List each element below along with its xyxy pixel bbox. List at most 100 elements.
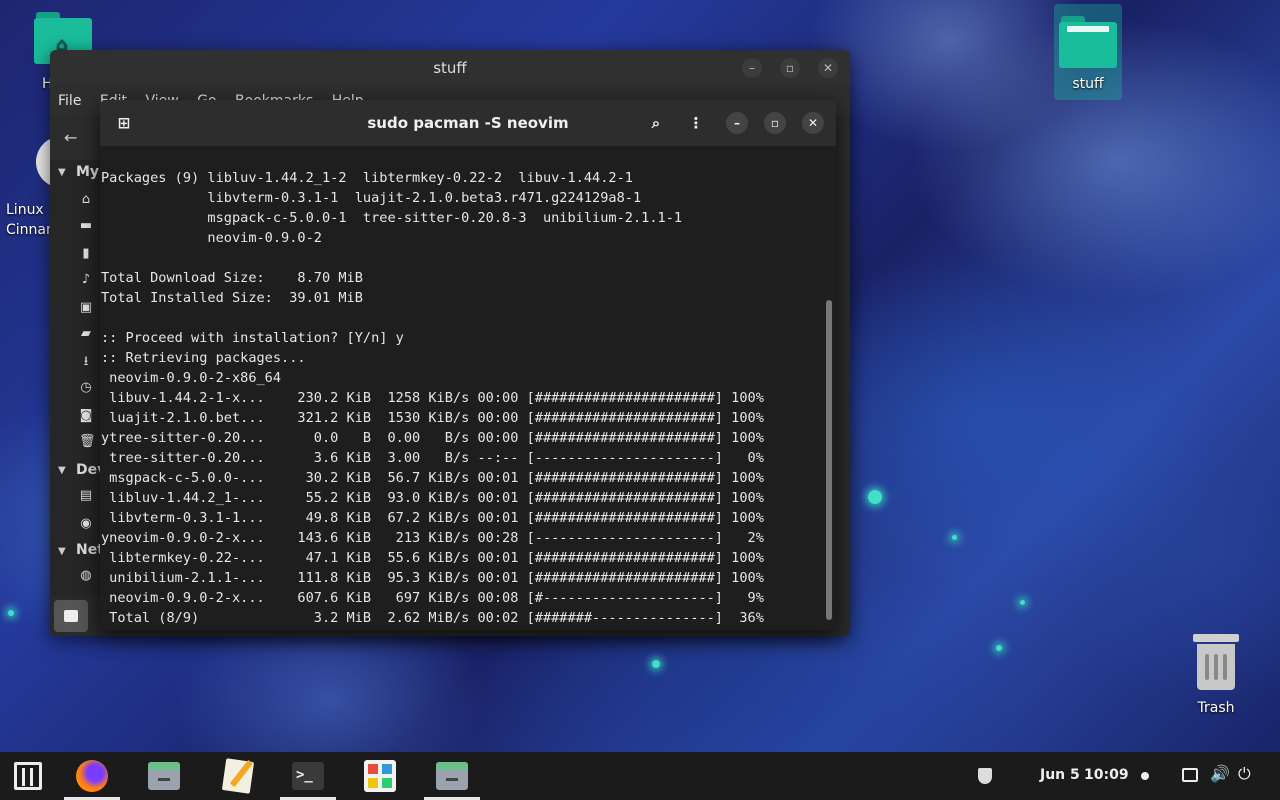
- firefox-icon: [76, 760, 108, 792]
- sidebar-section-my: My: [76, 164, 100, 180]
- minimize-button[interactable]: –: [742, 58, 762, 78]
- software-manager-icon: [364, 760, 396, 792]
- terminal-line: :: Retrieving packages...: [101, 350, 306, 366]
- wallpaper-glow: [952, 535, 957, 540]
- sidebar-item-home[interactable]: ⌂: [50, 188, 100, 212]
- terminal-line: msgpack-c-5.0.0-... 30.2 KiB 56.7 KiB/s …: [101, 470, 764, 486]
- clock-date[interactable]: Jun 5: [1040, 767, 1080, 783]
- folder-icon: ▰: [81, 326, 91, 341]
- terminal-line: tree-sitter-0.20... 3.6 KiB 3.00 B/s --:…: [101, 450, 764, 466]
- drive-icon: ▤: [79, 488, 93, 503]
- terminal-line: msgpack-c-5.0.0-1 tree-sitter-0.20.8-3 u…: [101, 210, 683, 226]
- desktop-icon-label: stuff: [1072, 76, 1104, 92]
- terminal-line: libvterm-0.3.1-1 luajit-2.1.0.beta3.r471…: [101, 190, 642, 206]
- picture-icon: ▣: [79, 300, 93, 315]
- sidebar-item-downloads[interactable]: ⭳: [50, 350, 100, 374]
- desktop-icon: ▬: [79, 218, 93, 233]
- network-icon[interactable]: [1182, 768, 1198, 782]
- home-icon: ⌂: [81, 192, 91, 207]
- sidebar-item-network[interactable]: ◍: [50, 564, 100, 588]
- sidebar-item-device-disc[interactable]: ◉: [50, 512, 100, 536]
- window-title: stuff: [433, 59, 467, 77]
- sidebar-item-filesystem[interactable]: ◙: [50, 404, 100, 428]
- terminal-line: luajit-2.1.0.bet... 321.2 KiB 1530 KiB/s…: [101, 410, 764, 426]
- new-tab-icon[interactable]: ⊞: [114, 113, 134, 133]
- download-icon: ⭳: [83, 354, 89, 369]
- collapse-triangle-icon[interactable]: ▼: [58, 167, 66, 178]
- trash-icon: 🗑: [79, 434, 96, 449]
- maximize-button[interactable]: ▫: [780, 58, 800, 78]
- terminal-line: libluv-1.44.2_1-... 55.2 KiB 93.0 KiB/s …: [101, 490, 764, 506]
- globe-icon: ◍: [80, 568, 92, 583]
- maximize-button[interactable]: ▫: [764, 112, 786, 134]
- sidebar-item-pictures[interactable]: ▣: [50, 296, 100, 320]
- sidebar-item-desktop[interactable]: ▬: [50, 214, 100, 238]
- taskbar-files[interactable]: [136, 752, 192, 800]
- taskbar-software-manager[interactable]: [352, 752, 408, 800]
- folder-icon: [64, 610, 78, 622]
- terminal-line: unibilium-2.1.1-... 111.8 KiB 95.3 KiB/s…: [101, 570, 764, 586]
- terminal-line: Total Download Size: 8.70 MiB: [101, 270, 363, 286]
- terminal-icon: >_: [292, 762, 324, 790]
- file-cabinet-icon: [148, 762, 180, 790]
- terminal-line: neovim-0.9.0-2-x86_64: [101, 370, 282, 386]
- terminal-line: Total Installed Size: 39.01 MiB: [101, 290, 363, 306]
- terminal-titlebar[interactable]: ⊞ sudo pacman -S neovim ⌕ ⋮ – ▫ ✕: [100, 100, 836, 146]
- terminal-line: yneovim-0.9.0-2-x... 143.6 KiB 213 KiB/s…: [101, 530, 764, 546]
- taskbar-files-window[interactable]: [424, 752, 480, 800]
- clock-time[interactable]: 10:09: [1084, 767, 1129, 783]
- close-button[interactable]: ✕: [818, 58, 838, 78]
- desktop-icon-stuff[interactable]: stuff: [1054, 4, 1122, 100]
- taskbar-terminal[interactable]: >_: [280, 752, 336, 800]
- trash-icon: [1193, 632, 1239, 690]
- terminal-line: libtermkey-0.22-... 47.1 KiB 55.6 KiB/s …: [101, 550, 764, 566]
- collapse-triangle-icon[interactable]: ▼: [58, 546, 66, 557]
- terminal-line: libuv-1.44.2-1-x... 230.2 KiB 1258 KiB/s…: [101, 390, 764, 406]
- sidebar-item-device-drive[interactable]: ▤: [50, 484, 100, 508]
- terminal-line: ytree-sitter-0.20... 0.0 B 0.00 B/s 00:0…: [101, 430, 764, 446]
- wallpaper-glow: [1020, 600, 1025, 605]
- volume-icon[interactable]: 🔊: [1210, 764, 1230, 783]
- taskbar-firefox[interactable]: [64, 752, 120, 800]
- menu-file[interactable]: File: [58, 93, 81, 109]
- close-button[interactable]: ✕: [802, 112, 824, 134]
- menu-button[interactable]: [0, 752, 56, 800]
- terminal-window[interactable]: ⊞ sudo pacman -S neovim ⌕ ⋮ – ▫ ✕ Packag…: [100, 100, 836, 630]
- text-editor-icon: [221, 758, 255, 794]
- back-arrow-icon[interactable]: ←: [64, 128, 77, 147]
- terminal-line: neovim-0.9.0-2: [101, 230, 322, 246]
- menu-logo-icon: [14, 762, 42, 790]
- places-toggle-button[interactable]: [54, 600, 88, 632]
- sidebar-item-documents[interactable]: ▮: [50, 242, 100, 266]
- terminal-title: sudo pacman -S neovim: [367, 114, 569, 132]
- terminal-line: libvterm-0.3.1-1... 49.8 KiB 67.2 KiB/s …: [101, 510, 764, 526]
- search-icon[interactable]: ⌕: [646, 113, 666, 133]
- scrollbar[interactable]: [826, 300, 832, 620]
- terminal-output[interactable]: Packages (9) libluv-1.44.2_1-2 libtermke…: [100, 146, 824, 630]
- notification-dot-icon[interactable]: [1141, 772, 1149, 780]
- terminal-line: Total (8/9) 3.2 MiB 2.62 MiB/s 00:02 [##…: [101, 610, 764, 626]
- sidebar-item-music[interactable]: ♪: [50, 268, 100, 292]
- music-icon: ♪: [81, 272, 91, 287]
- sidebar-item-trash[interactable]: 🗑: [50, 430, 100, 454]
- menu-kebab-icon[interactable]: ⋮: [686, 113, 706, 133]
- file-manager-titlebar[interactable]: stuff – ▫ ✕: [50, 50, 850, 86]
- folder-icon: [1059, 16, 1117, 68]
- wallpaper-glow: [652, 660, 660, 668]
- taskbar: >_ Jun 5 10:09 🔊 ⏻: [0, 752, 1280, 800]
- minimize-button[interactable]: –: [726, 112, 748, 134]
- power-icon[interactable]: ⏻: [1238, 764, 1251, 784]
- clock-icon: ◷: [80, 380, 92, 395]
- terminal-line: :: Proceed with installation? [Y/n] y: [101, 330, 404, 346]
- collapse-triangle-icon[interactable]: ▼: [58, 465, 66, 476]
- shield-icon[interactable]: [978, 768, 992, 784]
- taskbar-text-editor[interactable]: [210, 752, 266, 800]
- terminal-line: Packages (9) libluv-1.44.2_1-2 libtermke…: [101, 170, 633, 186]
- sidebar-item-recent[interactable]: ◷: [50, 376, 100, 400]
- document-icon: ▮: [82, 246, 90, 261]
- wallpaper-glow: [8, 610, 14, 616]
- sidebar-item-videos[interactable]: ▰: [50, 322, 100, 346]
- terminal-line: neovim-0.9.0-2-x... 607.6 KiB 697 KiB/s …: [101, 590, 764, 606]
- desktop-icon-trash[interactable]: Trash: [1188, 632, 1244, 716]
